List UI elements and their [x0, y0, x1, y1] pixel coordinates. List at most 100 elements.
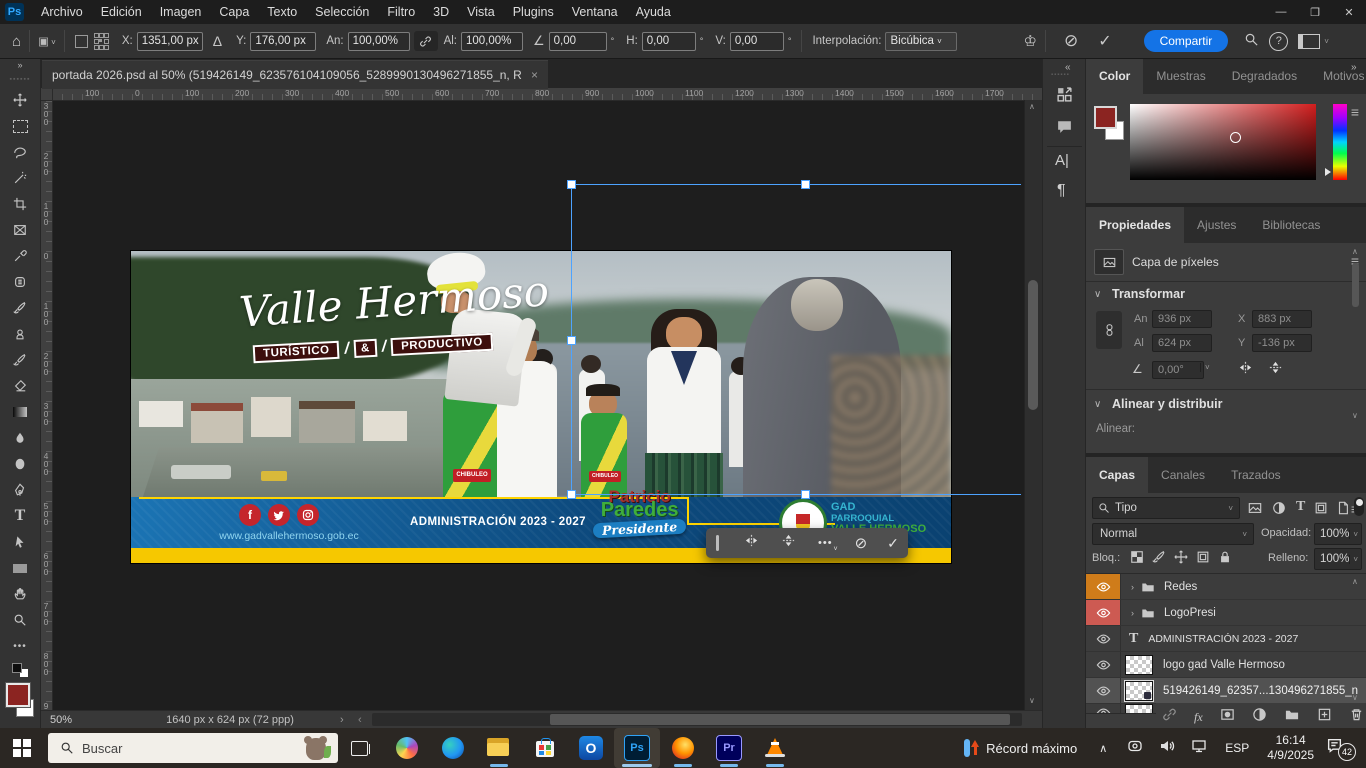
flip-horizontal-icon[interactable]: [744, 533, 759, 553]
flip-horizontal-icon[interactable]: [1238, 360, 1253, 380]
blur-tool[interactable]: [0, 426, 40, 450]
search-icon[interactable]: [1244, 32, 1259, 50]
y-field[interactable]: -136 px: [1252, 334, 1312, 352]
character-panel-icon[interactable]: A|: [1055, 152, 1069, 169]
add-mask-icon[interactable]: [1220, 707, 1235, 727]
type-tool[interactable]: T: [0, 504, 40, 528]
scroll-down-icon[interactable]: ∨: [1029, 696, 1035, 705]
color-panel-menu-icon[interactable]: ≡: [1351, 104, 1359, 120]
filter-adjustment-icon[interactable]: [1272, 501, 1286, 520]
new-layer-icon[interactable]: [1317, 707, 1332, 727]
firefox-icon[interactable]: [660, 728, 706, 768]
panel-scroll-thumb[interactable]: [1352, 263, 1359, 307]
tab-capas[interactable]: Capas: [1086, 457, 1148, 493]
more-options-icon[interactable]: •••˅: [818, 537, 833, 549]
expand-group-icon[interactable]: ›: [1131, 608, 1134, 618]
filter-toggle[interactable]: [1354, 497, 1364, 516]
hue-slider[interactable]: [1333, 104, 1347, 180]
shape-tool[interactable]: [0, 556, 40, 580]
commit-transform-icon[interactable]: ✓: [1098, 31, 1111, 51]
zoom-level[interactable]: 50%: [50, 714, 72, 726]
share-button[interactable]: Compartir: [1144, 30, 1229, 52]
scroll-up-icon[interactable]: ∧: [1029, 102, 1035, 111]
menu-plugins[interactable]: Plugins: [504, 0, 563, 24]
filter-pixel-icon[interactable]: [1248, 501, 1262, 520]
al-field[interactable]: 624 px: [1152, 334, 1212, 352]
drag-handle[interactable]: [716, 535, 719, 551]
transform-handle-top-left[interactable]: [567, 180, 576, 189]
premiere-icon[interactable]: Pr: [706, 728, 752, 768]
panel-layout-icon[interactable]: [1298, 34, 1320, 49]
workspace-icon[interactable]: ♔: [1023, 32, 1036, 50]
ruler-corner[interactable]: [40, 88, 53, 101]
interpolation-select[interactable]: Bicúbica ˅: [885, 32, 957, 51]
file-explorer-icon[interactable]: [476, 728, 522, 768]
fill-field[interactable]: 100% ˅: [1314, 548, 1362, 570]
scroll-left-icon[interactable]: ‹: [358, 714, 362, 726]
marquee-tool[interactable]: [0, 114, 40, 138]
lock-pixels-icon[interactable]: [1152, 550, 1166, 569]
help-icon[interactable]: ?: [1269, 32, 1288, 51]
eraser-tool[interactable]: [0, 374, 40, 398]
x-field[interactable]: 883 px: [1252, 310, 1312, 328]
tab-ajustes[interactable]: Ajustes: [1184, 207, 1249, 243]
clone-stamp-tool[interactable]: [0, 322, 40, 346]
comments-panel-icon[interactable]: [1056, 118, 1073, 140]
menu-filtro[interactable]: Filtro: [378, 0, 424, 24]
close-tab-icon[interactable]: ×: [531, 68, 538, 82]
link-layers-icon[interactable]: [1162, 707, 1177, 727]
edit-toolbar-icon[interactable]: •••: [0, 634, 40, 658]
status-arrow-icon[interactable]: ›: [340, 714, 344, 726]
photoshop-taskbar-icon[interactable]: Ps: [614, 728, 660, 768]
chevron-down-icon[interactable]: ˅: [1324, 37, 1329, 46]
close-button[interactable]: ✕: [1332, 0, 1366, 24]
lock-all-icon[interactable]: [1218, 550, 1232, 569]
chevron-down-icon[interactable]: ∨: [1094, 289, 1101, 300]
filter-shape-icon[interactable]: [1314, 501, 1328, 520]
transform-handle-bottom-center[interactable]: [801, 490, 810, 499]
color-field[interactable]: [1130, 104, 1316, 180]
expand-group-icon[interactable]: ›: [1131, 582, 1134, 592]
flip-vertical-icon[interactable]: [781, 533, 796, 553]
hand-tool[interactable]: [0, 582, 40, 606]
cancel-icon[interactable]: ⊘: [855, 534, 868, 552]
tab-degradados[interactable]: Degradados: [1219, 58, 1310, 94]
outlook-icon[interactable]: O: [568, 728, 614, 768]
adjustment-layer-icon[interactable]: [1252, 707, 1267, 727]
transform-box-bottom[interactable]: [571, 494, 1021, 495]
menu-edicion[interactable]: Edición: [92, 0, 151, 24]
crop-tool[interactable]: [0, 192, 40, 216]
history-brush-tool[interactable]: [0, 348, 40, 372]
filter-type-icon[interactable]: T: [1296, 499, 1305, 515]
opacity-field[interactable]: 100% ˅: [1314, 523, 1362, 545]
eyedropper-tool[interactable]: [0, 244, 40, 268]
visibility-toggle[interactable]: [1086, 704, 1121, 713]
menu-imagen[interactable]: Imagen: [151, 0, 211, 24]
layer-row-redes[interactable]: › Redes: [1086, 574, 1366, 600]
visibility-toggle[interactable]: [1086, 574, 1121, 599]
cancel-transform-icon[interactable]: ⊘: [1064, 31, 1078, 51]
transform-handle-bottom-left[interactable]: [567, 490, 576, 499]
layer-row-text[interactable]: T ADMINISTRACIÓN 2023 - 2027: [1086, 626, 1366, 652]
brush-tool[interactable]: [0, 296, 40, 320]
transform-handle-top-center[interactable]: [801, 180, 810, 189]
confirm-icon[interactable]: ✓: [887, 535, 899, 552]
layer-row-logo-gad[interactable]: logo gad Valle Hermoso: [1086, 652, 1366, 678]
width-input[interactable]: 100,00%: [348, 32, 410, 51]
y-input[interactable]: 176,00 px: [250, 32, 316, 51]
search-highlight-bear[interactable]: [302, 734, 332, 762]
layer-filter-select[interactable]: Tipo ˅: [1092, 497, 1240, 519]
tab-canales[interactable]: Canales: [1148, 457, 1218, 493]
menu-ayuda[interactable]: Ayuda: [627, 0, 680, 24]
reference-point-checkbox[interactable]: [75, 35, 88, 48]
pen-tool[interactable]: [0, 478, 40, 502]
restore-button[interactable]: ❐: [1298, 0, 1332, 24]
collapse-panels-icon[interactable]: »: [1351, 62, 1357, 73]
vertical-scrollbar[interactable]: ∧ ∨: [1024, 100, 1042, 710]
vertical-scroll-thumb[interactable]: [1028, 280, 1038, 410]
delete-layer-icon[interactable]: [1349, 707, 1364, 727]
blend-mode-select[interactable]: Normal ˅: [1092, 523, 1254, 545]
reference-point-grid-icon[interactable]: [94, 33, 108, 50]
visibility-toggle[interactable]: [1086, 600, 1121, 625]
an-field[interactable]: 936 px: [1152, 310, 1212, 328]
